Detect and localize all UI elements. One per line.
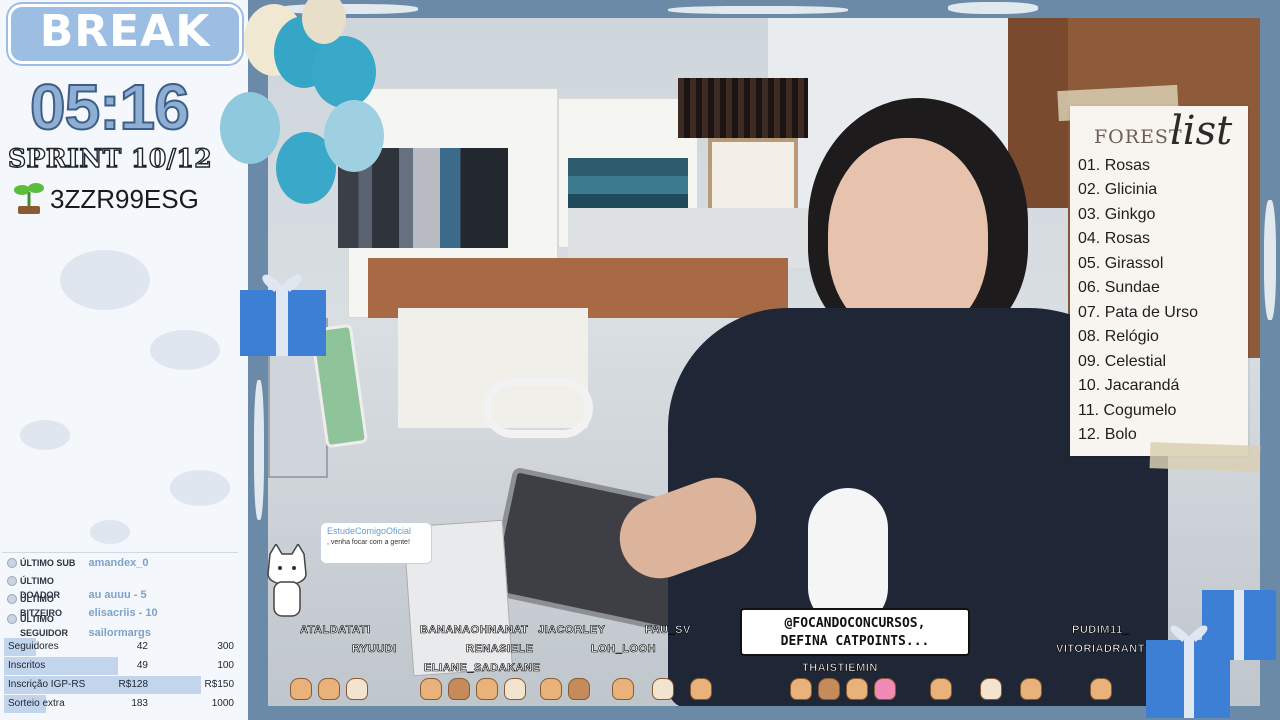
forest-item: 07. Pata de Urso: [1078, 304, 1199, 321]
gift-boxes-icon: [1146, 590, 1276, 718]
pixel-cat-icon: [476, 678, 498, 700]
pixel-cat-icon: [790, 678, 812, 700]
stream-overlay: BREAK 05:16 SPRINT 10/12 3ZZR99ESG ÚLTIM…: [0, 0, 1280, 720]
viewer-name: FAU_SV: [645, 624, 691, 637]
cat-message-text: , venha focar com a gente!: [327, 539, 410, 546]
bubble-line: DEFINA CATPOINTS...: [780, 634, 930, 649]
forest-item: 06. Sundae: [1078, 279, 1160, 296]
viewer-name: ELIANE_SADAKANE: [424, 662, 541, 675]
user-icon: [7, 558, 17, 568]
viewer-name: JIACORLEY: [538, 624, 606, 637]
bubble-line: @FOCANDOCONCURSOS,: [784, 616, 926, 631]
forest-item: 12. Bolo: [1078, 426, 1137, 443]
headphones: [483, 378, 593, 438]
pixel-cat-icon: [568, 678, 590, 700]
chat-speech-bubble: @FOCANDOCONCURSOS, DEFINA CATPOINTS...: [740, 608, 970, 656]
event-row: ÚLTIMO SEGUIDOR sailormargs: [7, 612, 151, 639]
pixel-cat-icon: [504, 678, 526, 700]
pixel-cat-icon: [980, 678, 1002, 700]
pixel-cat-icon: [420, 678, 442, 700]
tape-decoration: [1149, 442, 1261, 472]
forest-item: 09. Celestial: [1078, 353, 1167, 370]
event-row: ÚLTIMO BITZEIRO elisacriis - 10: [7, 592, 158, 619]
pixel-cat-icon: [818, 678, 840, 700]
goal-row: Inscritos 49 100: [4, 657, 236, 675]
event-row: ÚLTIMO SUB amandex_0: [7, 556, 148, 570]
polish-bottles: [678, 78, 808, 138]
forest-item: 02. Glicinia: [1078, 181, 1158, 198]
user-icon: [7, 594, 17, 604]
goal-row: Sorteio extra 183 1000: [4, 695, 236, 713]
pixel-cat-icon: [448, 678, 470, 700]
pixel-cat-icon: [874, 678, 896, 700]
microphone: [808, 488, 888, 628]
pixel-cat-icon: [346, 678, 368, 700]
sprout-icon: [14, 183, 44, 214]
viewer-name: RYUUDI: [352, 643, 397, 656]
viewer-name: ATALDATATI: [300, 624, 371, 637]
viewer-name: VITORIADRANT: [1056, 643, 1145, 656]
gift-box-icon: [240, 274, 326, 356]
pixel-cat-icon: [540, 678, 562, 700]
user-icon: [7, 614, 17, 624]
cat-mascot-icon: [267, 544, 307, 617]
forest-title-script: list: [1170, 108, 1233, 154]
pixel-cat-icon: [1090, 678, 1112, 700]
forest-item: 01. Rosas: [1078, 157, 1151, 174]
pixel-cat-icon: [290, 678, 312, 700]
pixel-cat-icon: [690, 678, 712, 700]
forest-item: 03. Ginkgo: [1078, 206, 1156, 223]
viewer-name: BANANAOHNANAT: [420, 624, 529, 637]
goal-row: Seguidores 42 300: [4, 638, 236, 656]
pixel-cat-icon: [846, 678, 868, 700]
goal-row: Inscrição IGP-RS R$128 R$150: [4, 676, 236, 694]
forest-item: 05. Girassol: [1078, 255, 1164, 272]
viewer-name: PUDIM11_: [1072, 624, 1130, 637]
cat-message-author: EstudeComigoOficial: [327, 526, 412, 536]
pixel-cat-icon: [652, 678, 674, 700]
picture-frames: [708, 138, 798, 218]
forest-item: 10. Jacarandá: [1078, 377, 1180, 394]
sprint-counter: SPRINT 10/12: [7, 143, 213, 173]
pixel-cat-icon: [930, 678, 952, 700]
session-code: 3ZZR99ESG: [50, 184, 199, 214]
cat-chat-bubble: EstudeComigoOficial , venha focar com a …: [320, 522, 432, 564]
user-icon: [7, 576, 17, 586]
viewer-name: LOH_LOOH: [591, 643, 657, 656]
pixel-cat-icon: [318, 678, 340, 700]
viewer-name: RENASIELE: [466, 643, 534, 656]
pixel-cat-icon: [1020, 678, 1042, 700]
viewer-name: THAISTIEMIN: [802, 662, 878, 675]
pixel-cat-icon: [612, 678, 634, 700]
break-label: BREAK: [39, 6, 211, 57]
forest-item: 08. Relógio: [1078, 328, 1159, 345]
forest-item: 11. Cogumelo: [1078, 402, 1177, 419]
break-timer: 05:16: [29, 70, 191, 144]
forest-item: 04. Rosas: [1078, 230, 1151, 247]
event-row: ÚLTIMO DOADOR au auuu - 5: [7, 574, 147, 601]
balloons-decoration: [220, 0, 384, 204]
